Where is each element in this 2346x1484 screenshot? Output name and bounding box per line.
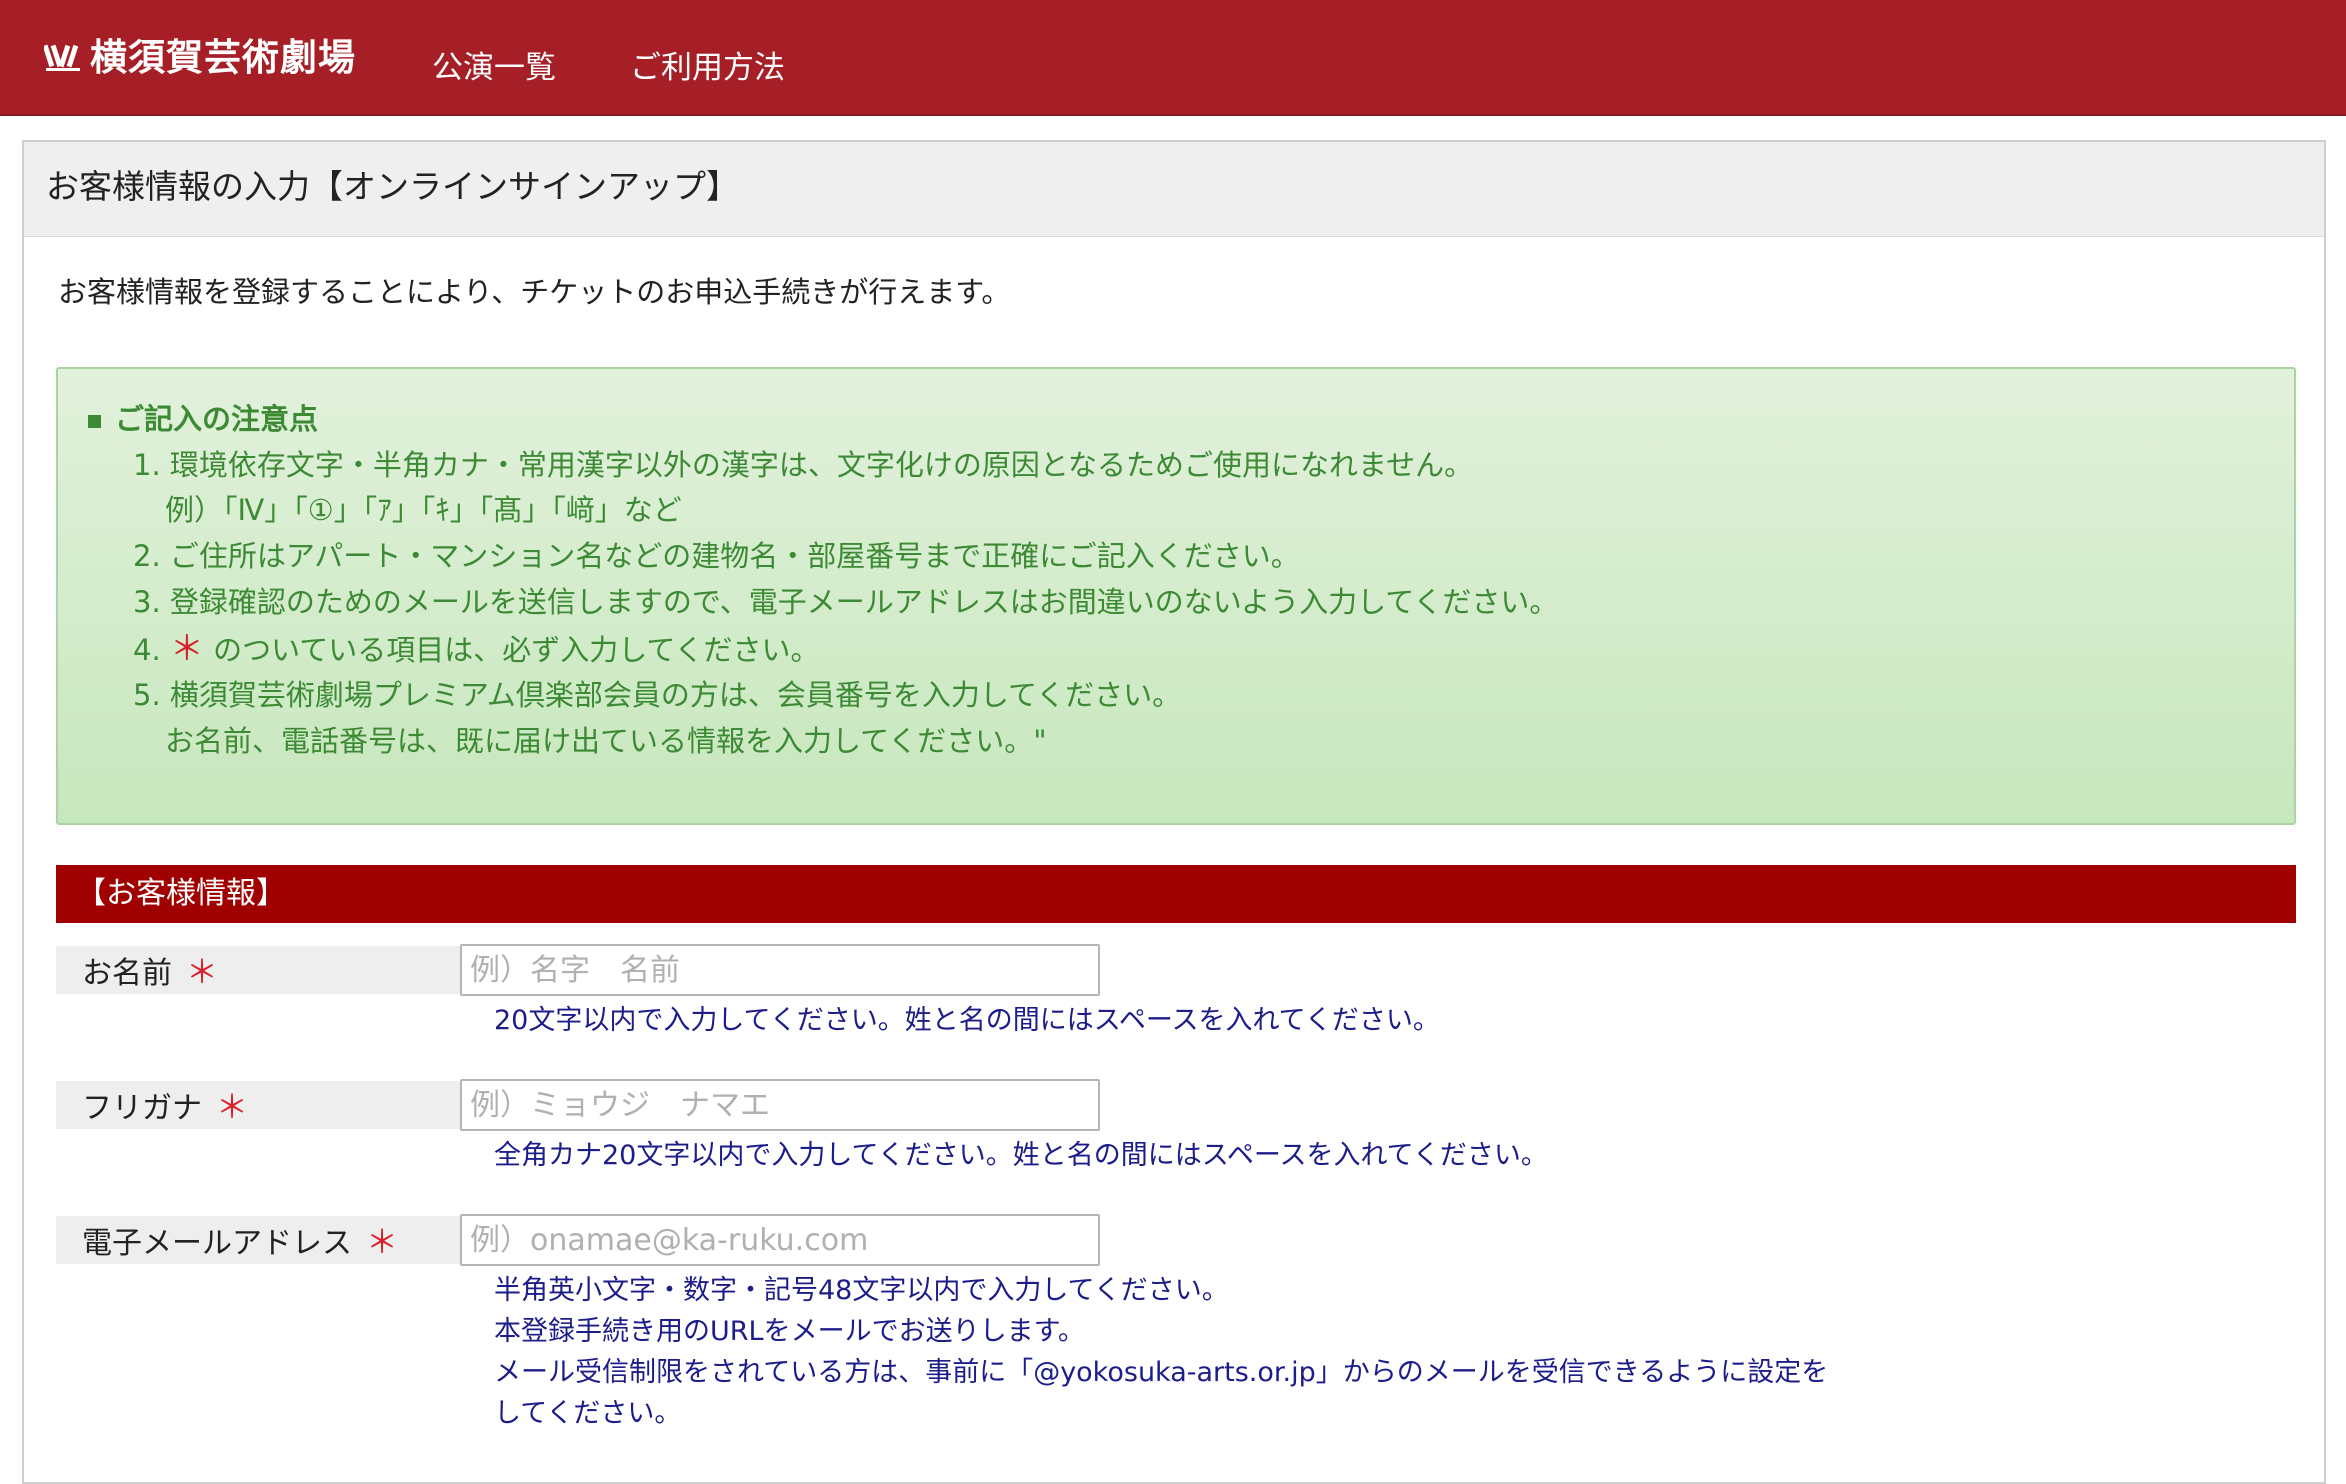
- site-logo[interactable]: 横須賀芸術劇場: [44, 28, 356, 80]
- theater-logo-icon: [44, 44, 80, 71]
- section-title: 【お客様情報】: [76, 876, 286, 911]
- email-hint-3: メール受信制限をされている方は、事前に「@yokosuka-arts.or.jp…: [494, 1357, 1829, 1388]
- required-star-icon: ＊: [216, 1088, 249, 1126]
- signup-card: お客様情報の入力【オンラインサインアップ】 お客様情報を登録することにより、チケ…: [22, 140, 2326, 1484]
- card-header: お客様情報の入力【オンラインサインアップ】: [24, 142, 2324, 237]
- notice-item-5: 5. 横須賀芸術劇場プレミアム倶楽部会員の方は、会員番号を入力してください。: [133, 678, 1182, 712]
- notice-title-text: ご記入の注意点: [115, 402, 319, 436]
- kana-input[interactable]: [460, 1079, 1100, 1131]
- notice-item-4: 4. ＊ のついている項目は、必ず入力してください。: [133, 629, 820, 670]
- page-title: お客様情報の入力【オンラインサインアップ】: [46, 167, 739, 206]
- kana-hint: 全角カナ20文字以内で入力してください。姓と名の間にはスペースを入れてください。: [494, 1140, 1548, 1171]
- required-star-icon: ＊: [186, 953, 219, 991]
- email-hint-4: してください。: [494, 1398, 682, 1429]
- notice-item-1-example: 例）「Ⅳ」「①」「ｱ」「ｷ」「髙」「﨑」など: [165, 493, 682, 527]
- notice-item-5-detail: お名前、電話番号は、既に届け出ている情報を入力してください。": [165, 724, 1047, 758]
- notice-item-3: 3. 登録確認のためのメールを送信しますので、電子メールアドレスはお間違いのない…: [133, 585, 1559, 619]
- notice-box: ご記入の注意点 1. 環境依存文字・半角カナ・常用漢字以外の漢字は、文字化けの原…: [56, 367, 2296, 825]
- site-logo-text: 横須賀芸術劇場: [90, 35, 356, 79]
- kana-label: フリガナ ＊: [56, 1081, 462, 1129]
- name-hint: 20文字以内で入力してください。姓と名の間にはスペースを入れてください。: [494, 1005, 1440, 1036]
- notice-title: ご記入の注意点: [88, 399, 318, 439]
- kana-label-text: フリガナ: [82, 1091, 202, 1126]
- email-input[interactable]: [460, 1214, 1100, 1266]
- notice-item-2: 2. ご住所はアパート・マンション名などの建物名・部屋番号まで正確にご記入くださ…: [133, 539, 1300, 573]
- top-navigation-bar: 横須賀芸術劇場 公演一覧 ご利用方法: [0, 0, 2346, 116]
- email-label: 電子メールアドレス ＊: [56, 1216, 462, 1264]
- nav-how-to-use[interactable]: ご利用方法: [630, 48, 785, 88]
- name-label-text: お名前: [82, 956, 172, 991]
- square-bullet-icon: [88, 414, 101, 428]
- customer-info-section-header: 【お客様情報】: [56, 865, 2296, 923]
- name-label: お名前 ＊: [56, 946, 462, 994]
- notice-item-4-text: のついている項目は、必ず入力してください。: [213, 633, 820, 667]
- notice-item-1: 1. 環境依存文字・半角カナ・常用漢字以外の漢字は、文字化けの原因となるためご使…: [133, 448, 1474, 482]
- intro-text: お客様情報を登録することにより、チケットのお申込手続きが行えます。: [58, 275, 1011, 309]
- email-hint-2: 本登録手続き用のURLをメールでお送りします。: [494, 1316, 1085, 1347]
- required-star-icon: ＊: [169, 629, 204, 669]
- notice-item-4-number: 4.: [133, 633, 161, 667]
- nav-performances[interactable]: 公演一覧: [432, 48, 556, 88]
- email-label-text: 電子メールアドレス: [82, 1226, 352, 1261]
- name-input[interactable]: [460, 944, 1100, 996]
- required-star-icon: ＊: [366, 1223, 399, 1261]
- email-hint-1: 半角英小文字・数字・記号48文字以内で入力してください。: [494, 1275, 1229, 1306]
